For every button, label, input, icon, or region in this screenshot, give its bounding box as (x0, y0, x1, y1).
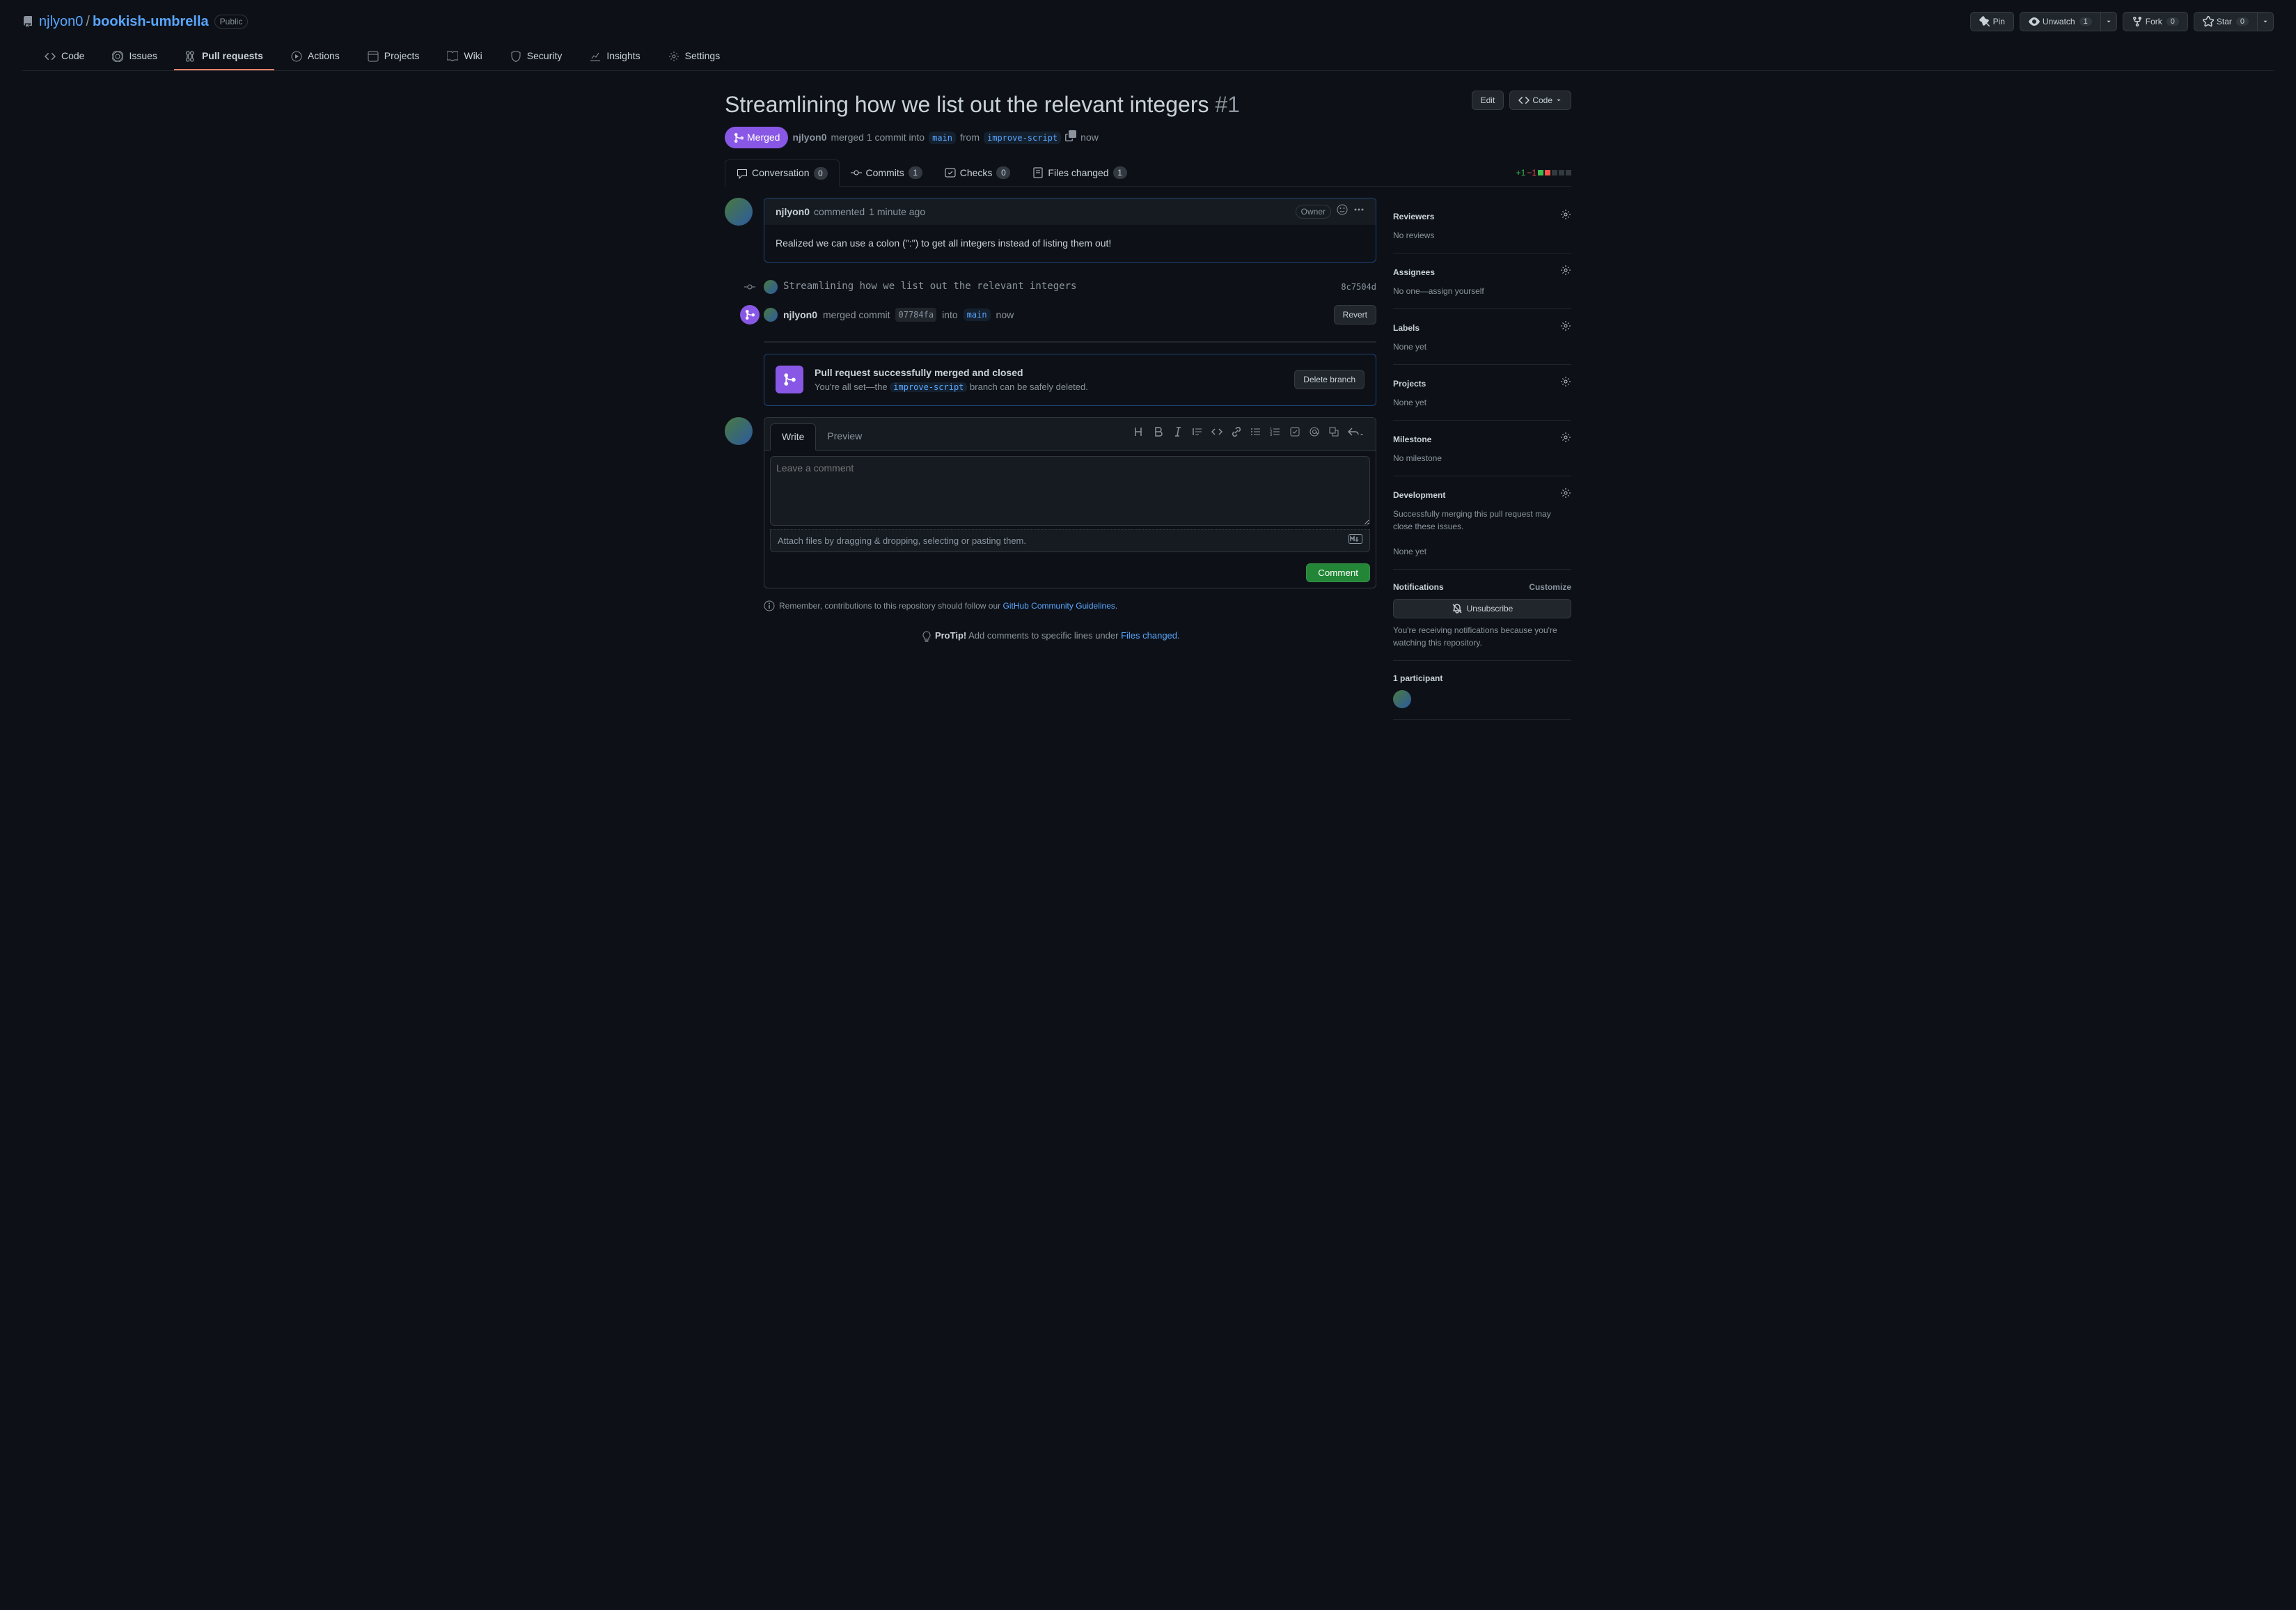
watch-button[interactable]: Unwatch1 (2020, 12, 2101, 31)
guidelines-link[interactable]: GitHub Community Guidelines (1003, 601, 1115, 611)
tab-security[interactable]: Security (499, 43, 574, 70)
tab-pull-requests[interactable]: Pull requests (174, 43, 274, 70)
gear-icon[interactable] (1560, 209, 1571, 224)
quote-icon[interactable] (1192, 426, 1203, 441)
attach-hint[interactable]: Attach files by dragging & dropping, sel… (770, 529, 1370, 553)
commit-sha-link[interactable]: 8c7504d (1341, 281, 1376, 293)
preview-tab[interactable]: Preview (816, 423, 873, 449)
merge-author[interactable]: njlyon0 (783, 308, 817, 322)
repo-owner-link[interactable]: njlyon0 (39, 11, 83, 32)
merge-target-branch[interactable]: main (964, 308, 991, 321)
merge-event: njlyon0 merged commit 07784fa into main … (725, 299, 1376, 330)
merge-commit-sha[interactable]: 07784fa (895, 308, 936, 322)
tab-code[interactable]: Code (33, 43, 95, 70)
mention-icon[interactable] (1309, 426, 1320, 441)
gear-icon[interactable] (1560, 487, 1571, 502)
code-icon[interactable] (1211, 426, 1222, 441)
crossref-icon[interactable] (1328, 426, 1339, 441)
tab-projects[interactable]: Projects (356, 43, 431, 70)
commit-message[interactable]: Streamlining how we list out the relevan… (783, 279, 1076, 294)
code-dropdown-button[interactable]: Code (1509, 91, 1571, 110)
protip-link[interactable]: Files changed (1121, 630, 1177, 641)
conversation-tab[interactable]: Conversation0 (725, 159, 840, 187)
comment-editor: Write Preview 123 (764, 417, 1376, 589)
labels-header[interactable]: Labels (1393, 320, 1571, 335)
participants-title: 1 participant (1393, 672, 1571, 685)
star-button[interactable]: Star0 (2194, 12, 2258, 31)
delete-branch-button[interactable]: Delete branch (1294, 370, 1365, 389)
merge-status-box: Pull request successfully merged and clo… (764, 354, 1376, 406)
tab-settings[interactable]: Settings (657, 43, 732, 70)
guidelines-text: Remember, contributions to this reposito… (764, 600, 1376, 612)
head-branch[interactable]: improve-script (984, 132, 1061, 144)
reply-icon[interactable] (1348, 426, 1365, 441)
checks-tab[interactable]: Checks0 (934, 160, 1022, 186)
svg-text:3: 3 (1270, 433, 1273, 437)
protip: ProTip! Add comments to specific lines u… (725, 629, 1376, 643)
star-dropdown[interactable] (2258, 12, 2274, 31)
kebab-icon[interactable] (1353, 204, 1365, 219)
avatar[interactable] (725, 417, 753, 445)
assignees-header[interactable]: Assignees (1393, 265, 1571, 279)
files-tab[interactable]: Files changed1 (1021, 160, 1138, 186)
commit-event: Streamlining how we list out the relevan… (725, 274, 1376, 299)
pin-button[interactable]: Pin (1970, 12, 2014, 31)
write-tab[interactable]: Write (770, 423, 816, 451)
edit-title-button[interactable]: Edit (1472, 91, 1504, 110)
reviewers-header[interactable]: Reviewers (1393, 209, 1571, 224)
development-header[interactable]: Development (1393, 487, 1571, 502)
emoji-icon[interactable] (1337, 204, 1348, 219)
base-branch[interactable]: main (929, 132, 956, 144)
tasklist-icon[interactable] (1289, 426, 1300, 441)
projects-header[interactable]: Projects (1393, 376, 1571, 391)
notifications-title: Notifications (1393, 581, 1444, 593)
repo-name-link[interactable]: bookish-umbrella (93, 11, 209, 32)
gear-icon[interactable] (1560, 376, 1571, 391)
gear-icon[interactable] (1560, 265, 1571, 279)
comment-button[interactable]: Comment (1306, 563, 1370, 582)
heading-icon[interactable] (1133, 426, 1145, 441)
unsubscribe-button[interactable]: Unsubscribe (1393, 599, 1571, 618)
tab-insights[interactable]: Insights (579, 43, 651, 70)
gear-icon[interactable] (1560, 432, 1571, 446)
comment-author[interactable]: njlyon0 (776, 205, 810, 219)
repo-icon (22, 16, 33, 27)
list-ol-icon[interactable]: 123 (1270, 426, 1281, 441)
revert-button[interactable]: Revert (1334, 305, 1376, 325)
pr-state-badge: Merged (725, 127, 788, 148)
markdown-icon[interactable] (1348, 534, 1362, 548)
avatar[interactable] (725, 198, 753, 226)
tab-wiki[interactable]: Wiki (436, 43, 493, 70)
comment-body: Realized we can use a colon (":") to get… (764, 225, 1376, 262)
list-ul-icon[interactable] (1250, 426, 1261, 441)
tab-actions[interactable]: Actions (280, 43, 351, 70)
customize-link[interactable]: Customize (1529, 581, 1571, 593)
bold-icon[interactable] (1153, 426, 1164, 441)
milestone-header[interactable]: Milestone (1393, 432, 1571, 446)
avatar[interactable] (764, 308, 778, 322)
link-icon[interactable] (1231, 426, 1242, 441)
watch-dropdown[interactable] (2101, 12, 2117, 31)
comment-textarea[interactable] (770, 456, 1370, 526)
assign-yourself-link[interactable]: assign yourself (1429, 286, 1484, 296)
merge-icon (740, 305, 760, 325)
diffstat: +1 −1 (1516, 166, 1571, 179)
copy-icon[interactable] (1065, 130, 1076, 146)
tab-issues[interactable]: Issues (101, 43, 168, 70)
participant-avatar[interactable] (1393, 690, 1411, 708)
gear-icon[interactable] (1560, 320, 1571, 335)
comment-box: njlyon0 commented 1 minute ago Owner Rea… (764, 198, 1376, 263)
avatar[interactable] (764, 280, 778, 294)
italic-icon[interactable] (1172, 426, 1184, 441)
pr-title: Streamlining how we list out the relevan… (725, 88, 1571, 121)
owner-badge: Owner (1296, 205, 1331, 219)
merge-icon (776, 366, 803, 393)
fork-button[interactable]: Fork0 (2123, 12, 2188, 31)
comment-timestamp[interactable]: 1 minute ago (869, 205, 925, 219)
pr-author-link[interactable]: njlyon0 (792, 130, 826, 145)
commits-tab[interactable]: Commits1 (840, 160, 934, 186)
visibility-badge: Public (214, 15, 249, 29)
